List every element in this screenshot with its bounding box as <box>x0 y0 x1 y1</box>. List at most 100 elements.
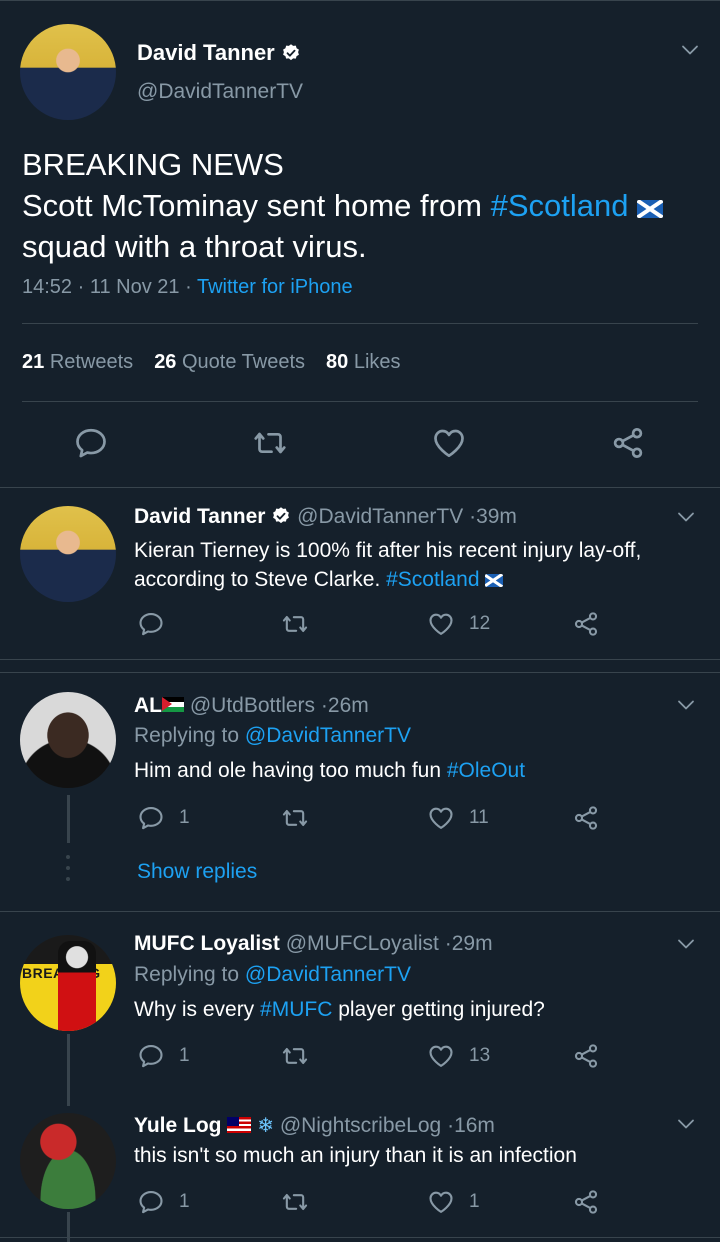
share-button[interactable] <box>572 804 600 832</box>
reply-author-name[interactable]: Yule Log <box>134 1114 222 1137</box>
reply-icon <box>137 804 165 832</box>
mention-link[interactable]: @DavidTannerTV <box>245 724 411 747</box>
source-link[interactable]: Twitter for iPhone <box>197 276 353 298</box>
scotland-flag-icon <box>637 200 664 218</box>
author-handle[interactable]: @DavidTannerTV <box>137 80 303 104</box>
reply-icon <box>137 610 165 638</box>
chevron-down-icon[interactable] <box>674 932 698 956</box>
reply-icon[interactable] <box>73 425 109 461</box>
reply-icon <box>137 1188 165 1216</box>
reply-text: Him and ole having too much fun #OleOut <box>134 759 526 782</box>
like-button[interactable]: 1 <box>427 1188 480 1216</box>
reply-text: Why is every #MUFC player getting injure… <box>134 998 545 1021</box>
scotland-flag-icon <box>485 574 504 587</box>
author-name[interactable]: David Tanner <box>137 40 301 66</box>
author-avatar[interactable] <box>20 24 116 120</box>
like-button[interactable]: 13 <box>427 1042 490 1070</box>
reply-author-handle[interactable]: @UtdBottlers <box>190 694 315 717</box>
show-replies-link[interactable]: Show replies <box>137 860 257 884</box>
reply-button[interactable]: 1 <box>137 804 190 832</box>
reply-header: Yule Log ❄ @NightscribeLog ·16m <box>134 1114 495 1137</box>
reply-text: Kieran Tierney is 100% fit after his rec… <box>134 539 642 591</box>
reply-button[interactable] <box>137 610 179 638</box>
tweet-text: BREAKING NEWS Scott McTominay sent home … <box>22 144 702 267</box>
like-icon <box>427 1188 455 1216</box>
retweet-button[interactable] <box>280 804 324 832</box>
chevron-down-icon[interactable] <box>678 38 702 62</box>
like-icon[interactable] <box>431 425 467 461</box>
quote-tweets-stat[interactable]: 26 Quote Tweets <box>154 351 305 374</box>
reply-avatar[interactable] <box>20 1113 116 1209</box>
retweet-icon <box>280 610 310 638</box>
thread-dot <box>66 855 70 859</box>
snowflake-icon: ❄ <box>257 1115 274 1137</box>
top-border <box>0 0 720 1</box>
replying-to: Replying to @DavidTannerTV <box>134 724 411 747</box>
share-icon[interactable] <box>610 425 646 461</box>
reply-author-name[interactable]: MUFC Loyalist <box>134 932 280 955</box>
retweets-stat[interactable]: 21 Retweets <box>22 351 133 374</box>
retweet-icon <box>280 804 310 832</box>
verified-badge-icon <box>271 506 291 526</box>
chevron-down-icon[interactable] <box>674 693 698 717</box>
share-button[interactable] <box>572 1042 600 1070</box>
retweet-button[interactable] <box>280 1188 324 1216</box>
reply-text: this isn't so much an injury than it is … <box>134 1144 577 1167</box>
like-button[interactable]: 12 <box>427 610 490 638</box>
hashtag-scotland[interactable]: #Scotland <box>386 568 479 591</box>
reply-avatar[interactable]: BREAKING <box>20 935 116 1031</box>
share-icon <box>572 804 600 832</box>
like-icon <box>427 610 455 638</box>
like-icon <box>427 1042 455 1070</box>
divider <box>0 487 720 488</box>
share-button[interactable] <box>572 1188 600 1216</box>
share-icon <box>572 1188 600 1216</box>
palestine-flag-icon <box>162 697 184 712</box>
divider <box>0 1237 720 1238</box>
reply-author-handle[interactable]: @DavidTannerTV <box>297 505 463 528</box>
reply-header: David Tanner @DavidTannerTV ·39m <box>134 505 517 528</box>
reply-author-name[interactable]: David Tanner <box>134 505 265 528</box>
reply-author-handle[interactable]: @NightscribeLog <box>280 1114 441 1137</box>
thread-dot <box>66 877 70 881</box>
retweet-icon[interactable] <box>252 425 288 461</box>
thread-line <box>67 1034 70 1106</box>
malaysia-flag-icon <box>227 1117 252 1133</box>
like-icon <box>427 804 455 832</box>
replying-to: Replying to @DavidTannerTV <box>134 963 411 986</box>
thread-dot <box>66 866 70 870</box>
verified-badge-icon <box>281 43 301 63</box>
chevron-down-icon[interactable] <box>674 1112 698 1136</box>
share-icon <box>572 610 600 638</box>
engagement-stats: 21 Retweets 26 Quote Tweets 80 Likes <box>22 351 401 374</box>
tweet-meta: 14:52 · 11 Nov 21 · Twitter for iPhone <box>22 276 353 298</box>
retweet-button[interactable] <box>280 1042 324 1070</box>
reply-button[interactable]: 1 <box>137 1188 190 1216</box>
hashtag-mufc[interactable]: #MUFC <box>260 998 332 1021</box>
chevron-down-icon[interactable] <box>674 505 698 529</box>
likes-stat[interactable]: 80 Likes <box>326 351 401 374</box>
reply-avatar[interactable] <box>20 692 116 788</box>
mention-link[interactable]: @DavidTannerTV <box>245 963 411 986</box>
like-button[interactable]: 11 <box>427 804 489 832</box>
divider <box>22 323 698 324</box>
retweet-icon <box>280 1042 310 1070</box>
share-icon <box>572 1042 600 1070</box>
reply-header: MUFC Loyalist @MUFCLoyalist ·29m <box>134 932 493 955</box>
share-button[interactable] <box>572 610 600 638</box>
retweet-icon <box>280 1188 310 1216</box>
divider <box>0 672 720 673</box>
reply-avatar[interactable] <box>20 506 116 602</box>
hashtag-oleout[interactable]: #OleOut <box>447 759 525 782</box>
divider <box>22 401 698 402</box>
divider <box>0 911 720 912</box>
reply-header: AL @UtdBottlers ·26m <box>134 694 369 717</box>
reply-button[interactable]: 1 <box>137 1042 190 1070</box>
divider <box>0 659 720 660</box>
reply-author-name[interactable]: AL <box>134 694 162 717</box>
reply-author-handle[interactable]: @MUFCLoyalist <box>286 932 439 955</box>
reply-icon <box>137 1042 165 1070</box>
retweet-button[interactable] <box>280 610 324 638</box>
hashtag-scotland[interactable]: #Scotland <box>491 188 629 223</box>
thread-line <box>67 795 70 843</box>
